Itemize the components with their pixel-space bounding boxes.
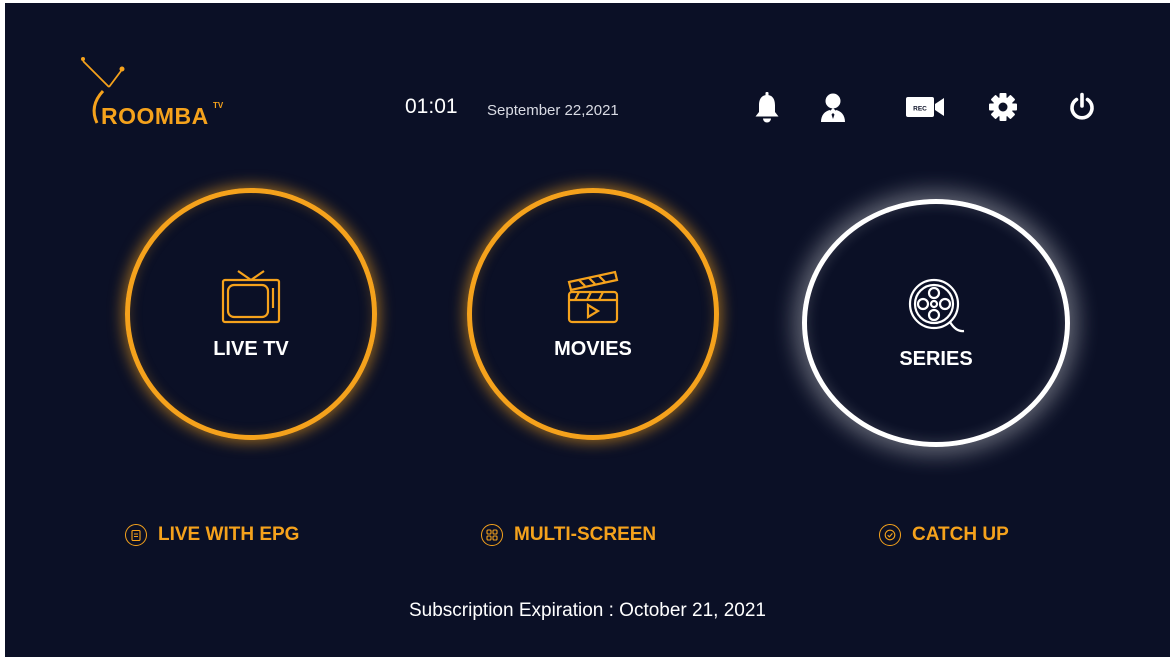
clapperboard-icon [567, 270, 619, 323]
user-icon[interactable] [813, 87, 853, 127]
multi-screen-label: MULTI-SCREEN [514, 524, 657, 545]
home-screen: ROOMBA TV 01:01 September 22,2021 REC LI… [5, 3, 1170, 657]
gear-icon[interactable] [983, 87, 1023, 127]
check-circle-icon [879, 524, 901, 546]
bell-icon[interactable] [747, 87, 787, 127]
film-reel-icon [908, 278, 965, 332]
brand-name: ROOMBA [101, 103, 209, 129]
clock-time: 01:01 [405, 95, 458, 118]
movies-label: MOVIES [554, 337, 632, 360]
live-tv-label: LIVE TV [213, 337, 289, 360]
brand-superscript: TV [213, 101, 224, 110]
catch-up-button[interactable]: CATCH UP [879, 524, 1009, 546]
movies-tile[interactable]: MOVIES [467, 188, 719, 440]
live-tv-tile[interactable]: LIVE TV [125, 188, 377, 440]
record-icon[interactable]: REC [905, 87, 945, 127]
record-icon-text: REC [913, 106, 927, 113]
catch-up-label: CATCH UP [912, 524, 1009, 545]
clipboard-icon [125, 524, 147, 546]
live-with-epg-button[interactable]: LIVE WITH EPG [125, 524, 299, 546]
subscription-expiration: Subscription Expiration : October 21, 20… [409, 600, 766, 621]
tv-icon [221, 269, 281, 323]
series-tile[interactable]: SERIES [802, 199, 1070, 447]
power-icon[interactable] [1062, 87, 1102, 127]
roomba-logo: ROOMBA TV [75, 51, 245, 131]
live-with-epg-label: LIVE WITH EPG [158, 524, 300, 545]
series-label: SERIES [899, 347, 973, 370]
grid-icon [481, 524, 503, 546]
clock-date: September 22,2021 [487, 102, 619, 119]
multi-screen-button[interactable]: MULTI-SCREEN [481, 524, 656, 546]
